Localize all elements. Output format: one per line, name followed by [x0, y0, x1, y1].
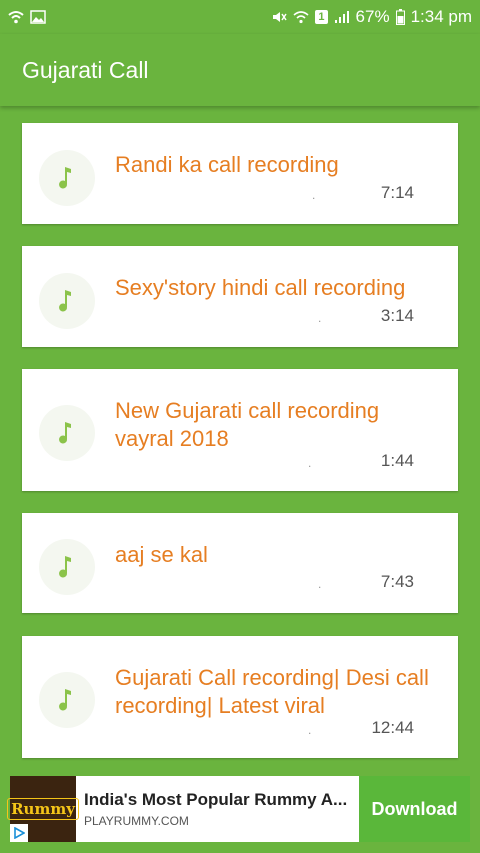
recording-dot: . [308, 456, 312, 470]
recording-title: Sexy'story hindi call recording [115, 275, 406, 300]
recording-title: aaj se kal [115, 542, 208, 567]
recording-dot: . [318, 311, 322, 325]
ad-banner[interactable]: Rummy India's Most Popular Rummy A... PL… [7, 776, 470, 842]
recording-card[interactable]: New Gujarati call recording vayral 2018 … [22, 369, 458, 491]
recording-card[interactable]: Gujarati Call recording| Desi call recor… [22, 636, 458, 758]
wifi-icon [8, 11, 24, 24]
recording-card[interactable]: Sexy'story hindi call recording . 3:14 [22, 246, 458, 347]
page-title: Gujarati Call [22, 56, 149, 83]
ad-logo-text: Rummy [7, 798, 79, 820]
recording-duration: 7:14 [380, 183, 414, 202]
ad-logo[interactable]: Rummy [7, 776, 79, 842]
recording-dot: . [308, 723, 312, 737]
music-note-icon [39, 539, 95, 595]
ad-headline: India's Most Popular Rummy A... [84, 790, 348, 809]
recording-duration: 1:44 [380, 451, 414, 470]
ad-text[interactable]: India's Most Popular Rummy A... PLAYRUMM… [76, 790, 359, 828]
download-button[interactable]: Download [359, 776, 470, 842]
recording-duration: 3:14 [380, 306, 414, 325]
battery-percent: 67% [355, 7, 390, 26]
battery-icon [395, 9, 405, 25]
app-bar: Gujarati Call [0, 34, 480, 106]
music-note-icon [39, 672, 95, 728]
recording-title: Gujarati Call recording| Desi call recor… [115, 665, 429, 718]
clock: 1:34 pm [410, 7, 472, 26]
wifi-calling-icon [293, 11, 309, 24]
mute-icon [273, 12, 288, 22]
music-note-icon [39, 273, 95, 329]
ad-url: PLAYRUMMY.COM [84, 814, 189, 828]
status-bar: 1 67% 1:34 pm [0, 0, 480, 34]
recording-dot: . [318, 577, 322, 591]
signal-icon [334, 11, 349, 23]
ad-choices-icon[interactable] [10, 824, 28, 842]
recording-card[interactable]: Randi ka call recording . 7:14 [22, 123, 458, 224]
recording-title: New Gujarati call recording vayral 2018 [115, 398, 380, 451]
music-note-icon [39, 150, 95, 206]
recording-title: Randi ka call recording [115, 152, 339, 177]
image-icon [30, 10, 46, 24]
music-note-icon [39, 405, 95, 461]
recording-duration: 12:44 [371, 718, 414, 737]
recording-card[interactable]: aaj se kal . 7:43 [22, 513, 458, 613]
recording-dot: . [312, 188, 316, 202]
recording-duration: 7:43 [380, 572, 414, 591]
sim-icon: 1 [315, 10, 328, 24]
